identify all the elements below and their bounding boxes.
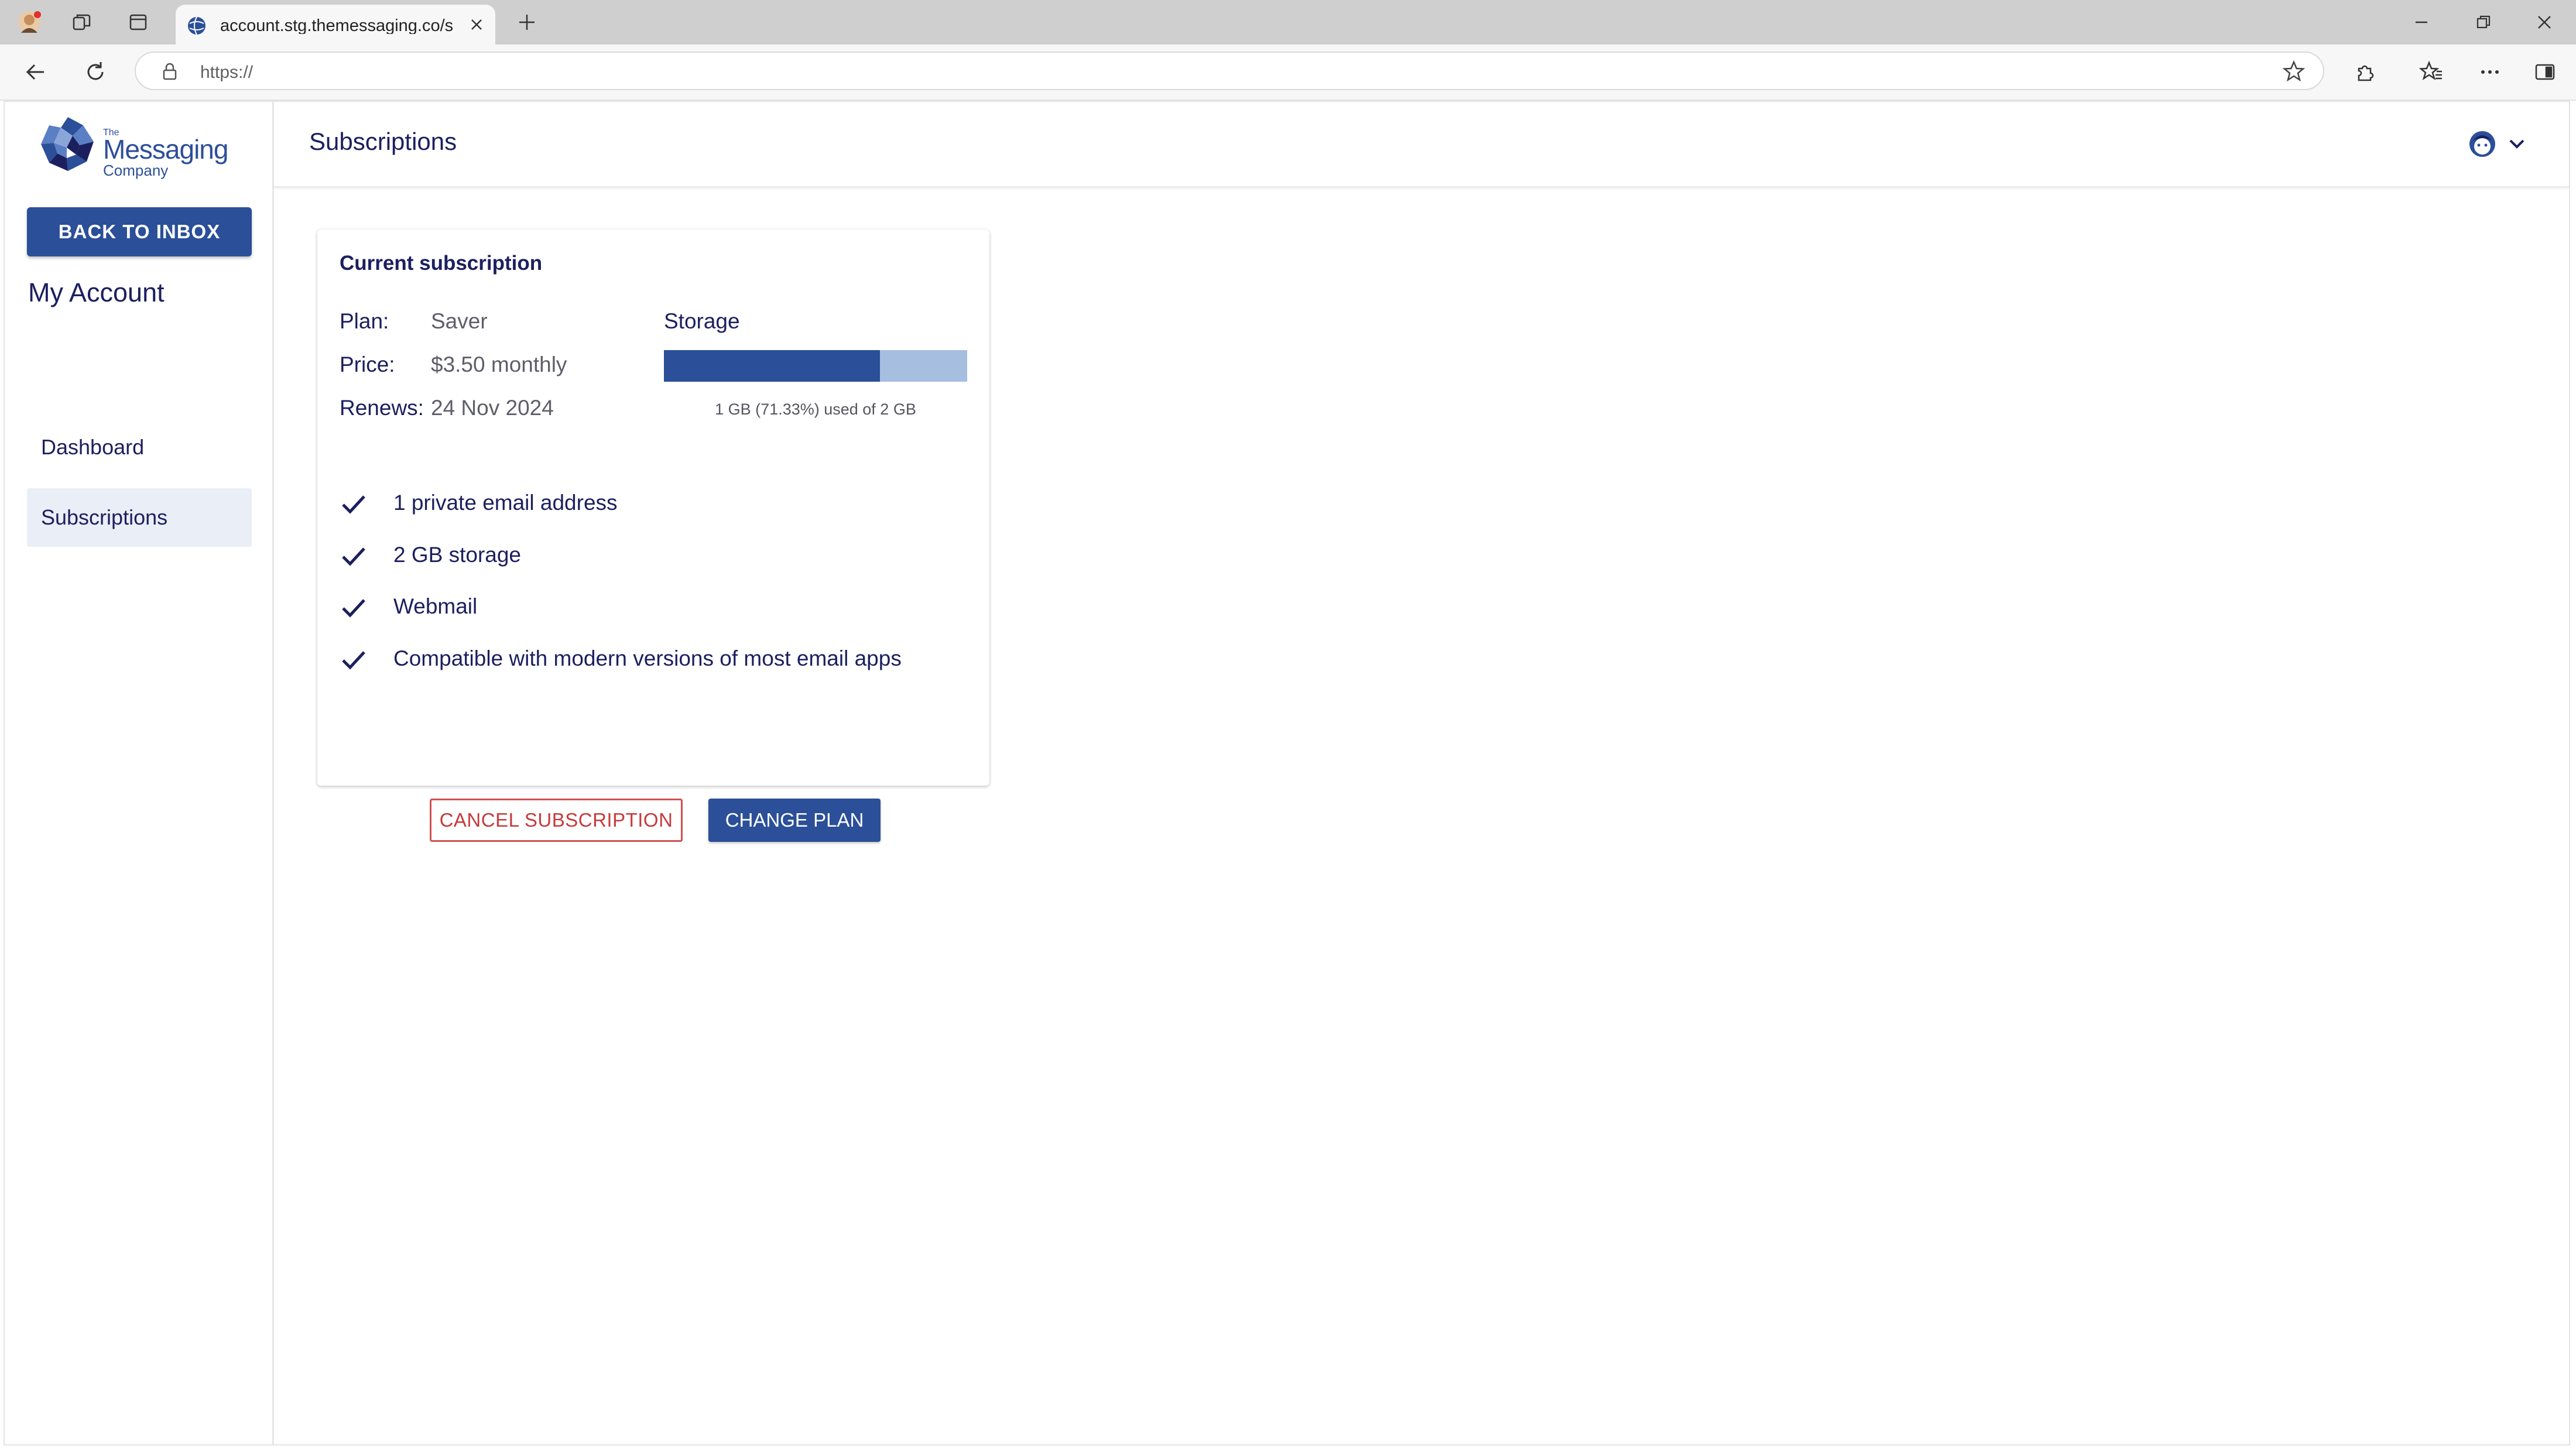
feature-item: 2 GB storage bbox=[340, 538, 960, 573]
sidebar-item-label: Subscriptions bbox=[41, 505, 168, 529]
checkmark-icon bbox=[342, 599, 365, 618]
plan-value: Saver bbox=[431, 309, 488, 333]
lock-icon[interactable] bbox=[159, 61, 180, 82]
price-value: $3.50 monthly bbox=[431, 352, 567, 376]
workspaces-icon[interactable] bbox=[69, 9, 95, 35]
storage-progress-fill bbox=[664, 350, 881, 382]
feature-text: Webmail bbox=[393, 594, 478, 618]
minimize-icon[interactable] bbox=[2404, 8, 2439, 36]
chevron-down-icon bbox=[2509, 139, 2524, 149]
feature-item: Compatible with modern versions of most … bbox=[340, 642, 960, 677]
card-title: Current subscription bbox=[340, 252, 543, 275]
checkmark-icon bbox=[342, 547, 365, 566]
cancel-subscription-button[interactable]: CANCEL SUBSCRIPTION bbox=[430, 799, 683, 842]
sidebar-item-subscriptions[interactable]: Subscriptions bbox=[27, 488, 252, 547]
tab-actions-icon[interactable] bbox=[125, 9, 151, 35]
feature-text: 1 private email address bbox=[393, 491, 618, 515]
company-logo[interactable]: The Messaging Company bbox=[37, 112, 237, 179]
refresh-icon[interactable] bbox=[81, 57, 110, 87]
logo-globe-icon bbox=[41, 117, 95, 171]
storage-title: Storage bbox=[664, 309, 740, 333]
new-tab-icon[interactable] bbox=[514, 9, 540, 35]
my-account-heading: My Account bbox=[28, 278, 165, 307]
logo-text-company: Company bbox=[103, 162, 169, 179]
web-page: The Messaging Company BACK TO INBOX My A… bbox=[4, 101, 2570, 1445]
account-sidebar: The Messaging Company BACK TO INBOX My A… bbox=[5, 102, 274, 1444]
renews-label: Renews: bbox=[340, 396, 424, 420]
page-title: Subscriptions bbox=[309, 128, 457, 155]
globe-favicon-icon bbox=[186, 15, 207, 36]
change-plan-button[interactable]: CHANGE PLAN bbox=[708, 799, 881, 842]
address-bar[interactable]: https:// bbox=[135, 52, 2324, 90]
restore-icon[interactable] bbox=[2466, 8, 2501, 36]
more-menu-icon[interactable] bbox=[2475, 57, 2505, 87]
sidebar-toggle-icon[interactable] bbox=[2530, 57, 2560, 87]
price-label: Price: bbox=[340, 352, 395, 376]
browser-navbar: https:// bbox=[0, 44, 2576, 101]
profile-avatar-icon[interactable] bbox=[16, 9, 42, 35]
sidebar-item-label: Dashboard bbox=[41, 435, 145, 459]
current-subscription-card: Current subscription Plan: Saver Price: … bbox=[317, 229, 989, 842]
favorites-icon[interactable] bbox=[2417, 57, 2446, 87]
feature-item: 1 private email address bbox=[340, 486, 960, 521]
checkmark-icon bbox=[342, 495, 365, 514]
user-avatar-icon bbox=[2469, 131, 2495, 157]
user-menu[interactable] bbox=[2466, 126, 2536, 162]
close-window-icon[interactable] bbox=[2527, 8, 2562, 36]
logo-text-messaging: Messaging bbox=[103, 134, 228, 165]
tab-close-icon[interactable] bbox=[466, 14, 487, 35]
plan-label: Plan: bbox=[340, 309, 389, 333]
extensions-icon[interactable] bbox=[2350, 57, 2379, 87]
address-text: https:// bbox=[200, 63, 254, 82]
page-header: Subscriptions bbox=[274, 102, 2569, 188]
sidebar-item-dashboard[interactable]: Dashboard bbox=[27, 418, 252, 477]
feature-text: 2 GB storage bbox=[393, 543, 522, 567]
checkmark-icon bbox=[342, 651, 365, 670]
feature-text: Compatible with modern versions of most … bbox=[393, 646, 902, 670]
storage-progress-bar bbox=[664, 350, 967, 382]
tab-title: account.stg.themessaging.co/subscription… bbox=[220, 16, 454, 34]
storage-caption: 1 GB (71.33%) used of 2 GB bbox=[715, 400, 916, 418]
renews-value: 24 Nov 2024 bbox=[431, 396, 554, 420]
back-arrow-icon[interactable] bbox=[21, 57, 50, 87]
back-to-inbox-button[interactable]: BACK TO INBOX bbox=[27, 207, 252, 256]
feature-item: Webmail bbox=[340, 590, 960, 625]
browser-titlebar: account.stg.themessaging.co/subscription… bbox=[0, 0, 2576, 44]
browser-tab-active[interactable]: account.stg.themessaging.co/subscription… bbox=[176, 5, 495, 44]
favorite-star-icon[interactable] bbox=[2282, 60, 2306, 83]
